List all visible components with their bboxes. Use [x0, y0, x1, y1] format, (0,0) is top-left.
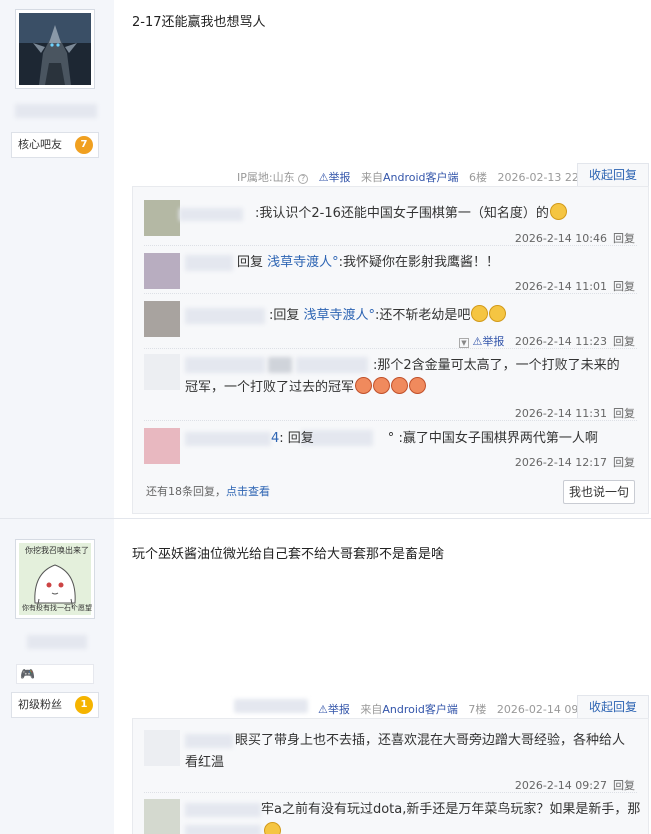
subreply-time: 2026-2-14 10:46 回复	[514, 232, 635, 245]
warning-icon: ⚠	[318, 171, 329, 184]
post2-content: 玩个巫妖酱油位微光给自己套不给大哥套那不是畜是啥	[132, 547, 445, 562]
report-link[interactable]: 举报	[482, 335, 504, 348]
subreply-avatar[interactable]	[144, 428, 180, 464]
divider	[144, 348, 637, 349]
mention-link[interactable]: 浅草寺渡人°	[267, 255, 339, 270]
say-something-button[interactable]: 我也说一句	[563, 480, 635, 504]
android-client-link[interactable]: Android客户端	[383, 171, 459, 184]
post1-member-badge[interactable]: 核心吧友 7	[11, 132, 99, 158]
report-link[interactable]: 举报	[328, 703, 350, 716]
post2-icon-bar: 🎮	[16, 664, 94, 684]
subreply-time: ▼ ⚠举报 2026-2-14 11:23 回复	[459, 333, 635, 349]
subreply-text: 牢a之前有没有玩过dota,新手还是万年菜鸟玩家？如果是新手，那	[261, 802, 641, 817]
post1-avatar[interactable]	[15, 9, 95, 89]
badge-label: 核心吧友	[18, 138, 62, 151]
more-replies-line: 还有18条回复，点击查看	[146, 485, 270, 498]
reply-link[interactable]: 回复	[613, 456, 635, 469]
warning-icon: ⚠	[472, 335, 483, 348]
subreply-username-redacted[interactable]	[185, 432, 271, 446]
angry-emoji-icon	[373, 377, 391, 394]
post2-subreplies: 眼买了带身上也不去插，还喜欢混在大哥旁边蹭大哥经验，各种给人看红温 2026-2…	[132, 718, 649, 834]
subreply-time: 2026-2-14 12:17 回复	[514, 456, 635, 469]
avatar-caption-top: 你挖我召唤出来了	[25, 546, 89, 555]
subreply-text: :那个2含金量可太高了，一个打败了未来的冠军，一个打败了过去的冠军	[185, 358, 620, 395]
view-more-link[interactable]: 点击查看	[226, 485, 270, 498]
collapse-replies-button[interactable]: 收起回复	[577, 163, 649, 187]
subreply-text: :我认识个2-16还能中国女子围棋第一（知名度）的	[255, 203, 635, 225]
post1-meta: IP属地:山东 ? ⚠举报 来自Android客户端 6楼 2026-02-13…	[237, 169, 597, 185]
subreply-avatar[interactable]	[144, 799, 180, 834]
subreply-text-redacted	[185, 825, 261, 834]
post2-meta: ⚠举报 来自Android客户端 7楼 2026-02-14 09:04	[318, 701, 596, 717]
collapse-replies-button[interactable]: 收起回复	[577, 695, 649, 719]
help-icon: ?	[298, 174, 309, 184]
level-badge-icon: 7	[75, 136, 93, 154]
post2-username-redacted[interactable]	[27, 635, 87, 649]
angry-emoji-icon	[391, 377, 409, 394]
source-prefix: 来自	[360, 171, 383, 184]
reply-link[interactable]: 回复	[613, 779, 635, 792]
source-prefix: 来自	[360, 703, 383, 716]
subreply-text: :回复 浅草寺渡人°:还不斩老幼是吧	[269, 305, 639, 327]
avatar-caption-bottom: 你有没有找一石个愿望	[22, 604, 92, 612]
subreply-avatar[interactable]	[144, 301, 180, 337]
post1-username-redacted[interactable]	[15, 104, 97, 118]
dropdown-icon[interactable]: ▼	[459, 338, 469, 348]
subreply-time: 2026-2-14 11:31 回复	[514, 407, 635, 420]
floor-number: 6楼	[469, 171, 487, 184]
subreply-username-redacted[interactable]	[185, 308, 265, 324]
subreply-avatar[interactable]	[144, 730, 180, 766]
subreply-username-redacted[interactable]	[185, 803, 261, 817]
subreply-time: 2026-2-14 09:27 回复	[514, 779, 635, 792]
warning-icon: ⚠	[318, 703, 328, 716]
smile-emoji-icon	[489, 305, 507, 322]
reply-link[interactable]: 回复	[613, 280, 635, 293]
reply-link[interactable]: 回复	[613, 232, 635, 245]
subreply-text: 眼买了带身上也不去插，还喜欢混在大哥旁边蹭大哥经验，各种给人看红温	[185, 733, 626, 770]
post-separator	[0, 518, 651, 519]
lich-king-avatar-image	[19, 13, 91, 85]
smile-emoji-icon	[264, 822, 281, 834]
mention-link[interactable]: 浅草寺渡人°	[304, 308, 376, 323]
subreply-avatar[interactable]	[144, 253, 180, 289]
subreply-avatar[interactable]	[144, 354, 180, 390]
angry-emoji-icon	[355, 377, 373, 394]
ip-location: IP属地:山东	[237, 171, 295, 184]
reply-link[interactable]: 回复	[613, 407, 635, 420]
angry-emoji-icon	[409, 377, 427, 394]
floor-number: 7楼	[468, 703, 487, 716]
divider	[144, 245, 637, 246]
post1-subreplies: :我认识个2-16还能中国女子围棋第一（知名度）的 2026-2-14 10:4…	[132, 186, 649, 514]
report-link[interactable]: 举报	[328, 171, 350, 184]
reply-link[interactable]: 回复	[613, 335, 635, 348]
divider	[144, 293, 637, 294]
subreply-text: 回复 浅草寺渡人°:我怀疑你在影射我鹰酱！！	[237, 255, 500, 270]
smile-emoji-icon	[471, 305, 489, 322]
smile-emoji-icon	[549, 203, 567, 220]
post1-content: 2-17还能赢我也想骂人	[132, 15, 266, 30]
android-client-link[interactable]: Android客户端	[382, 703, 458, 716]
post2-ip-redacted	[234, 699, 308, 713]
subreply-text: 4: 回复 ° :赢了中国女子围棋界两代第一人啊	[271, 431, 598, 446]
post2-member-badge[interactable]: 初级粉丝 1	[11, 692, 99, 718]
badge-label: 初级粉丝	[18, 698, 62, 711]
subreply-avatar[interactable]	[144, 200, 180, 236]
subreply-username-redacted[interactable]	[185, 255, 233, 271]
divider	[144, 420, 637, 421]
subreply-username-redacted[interactable]	[179, 208, 243, 221]
divider	[144, 792, 637, 793]
game-controller-icon[interactable]: 🎮	[20, 667, 35, 681]
subreply-time: 2026-2-14 11:01 回复	[514, 280, 635, 293]
level-badge-icon: 1	[75, 696, 93, 714]
